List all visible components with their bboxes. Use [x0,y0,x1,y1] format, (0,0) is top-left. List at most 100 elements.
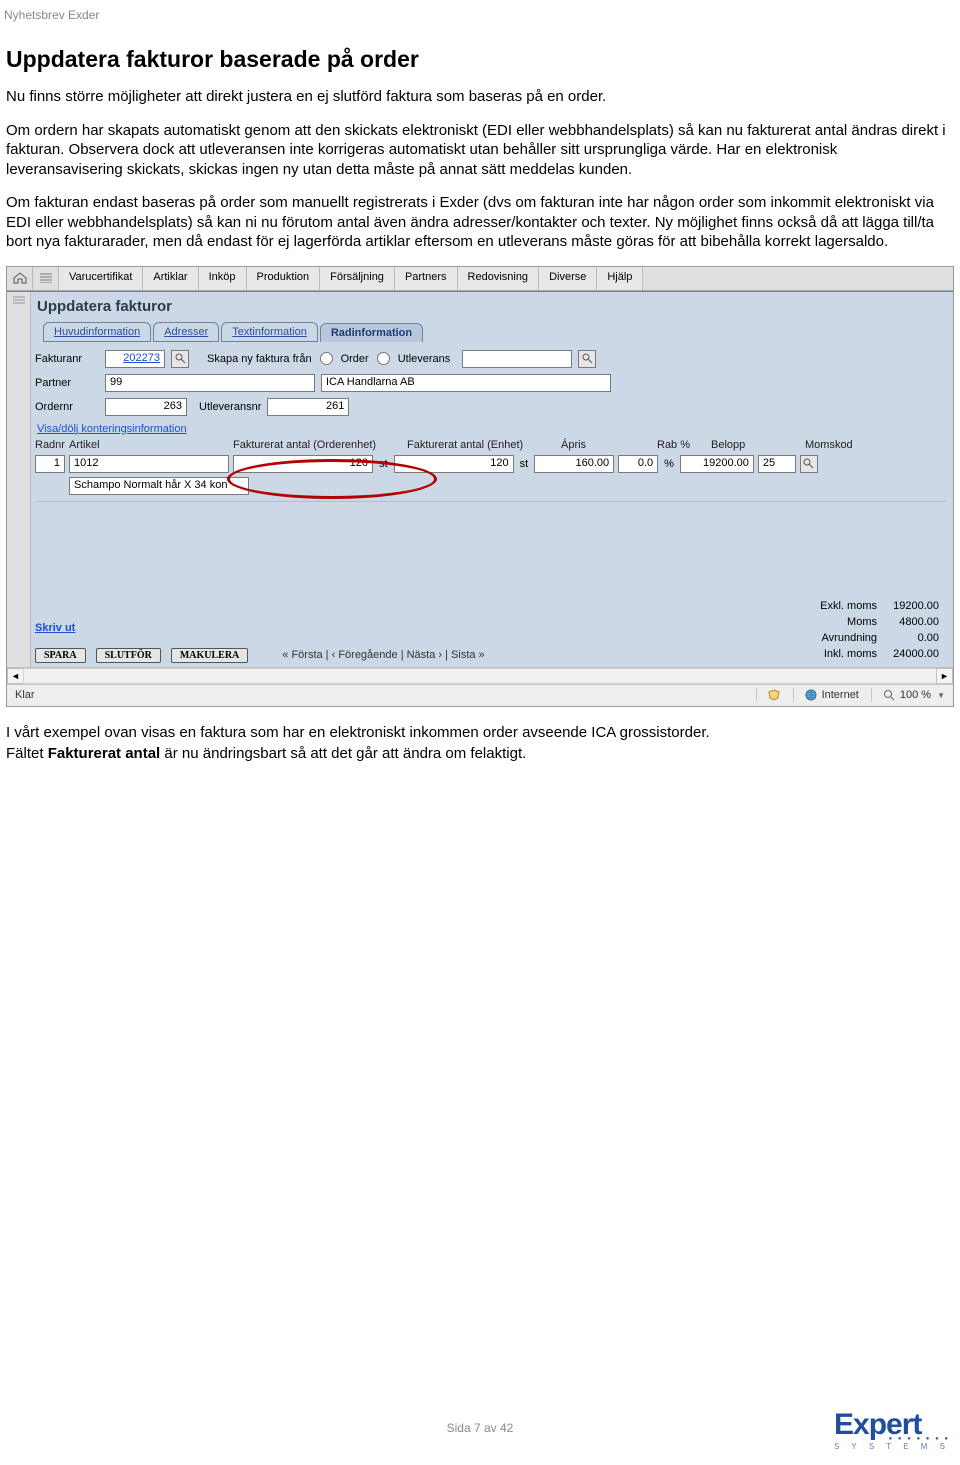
cell-radnr[interactable]: 1 [35,455,65,473]
input-partner-code[interactable]: 99 [105,374,315,392]
val-avr: 0.00 [885,631,945,645]
tab-adresser[interactable]: Adresser [153,322,219,342]
input-skapa-id[interactable] [462,350,572,368]
label-utleverans: Utleverans [398,353,451,365]
page-header: Nyhetsbrev Exder [0,0,960,46]
scroll-left-icon[interactable]: ◄ [7,668,24,684]
unit-1: st [377,458,390,470]
cell-fakt-orderenhet[interactable]: 120 [233,455,373,473]
label-order: Order [341,353,369,365]
btn-makulera[interactable]: MAKULERA [171,648,248,663]
zoom-icon [882,688,896,702]
col-apris: Ápris [561,439,653,451]
tab-radinformation[interactable]: Radinformation [320,323,423,342]
pct-sign: % [662,458,676,470]
btn-spara[interactable]: SPARA [35,648,86,663]
lbl-exkl: Exkl. moms [814,599,883,613]
link-skrivut[interactable]: Skriv ut [35,622,75,634]
val-moms: 4800.00 [885,615,945,629]
cell-artikel[interactable]: 1012 [69,455,229,473]
cell-belopp[interactable]: 19200.00 [680,455,754,473]
label-utleveransnr: Utleveransnr [199,401,261,413]
section-title: Uppdatera fakturor baserade på order [6,46,954,73]
app-screenshot: Varucertifikat Artiklar Inköp Produktion… [6,266,954,707]
globe-icon [804,688,818,702]
menubar: Varucertifikat Artiklar Inköp Produktion… [7,267,953,291]
cell-rab[interactable]: 0.0 [618,455,658,473]
unit-2: st [518,458,531,470]
search-skapa-icon[interactable] [578,350,596,368]
paragraph-1: Nu finns större möjligheter att direkt j… [6,87,954,107]
btn-slutfor[interactable]: SLUTFÖR [96,648,161,663]
col-fakt-enhet: Fakturerat antal (Enhet) [407,439,557,451]
col-momskod: Momskod [805,439,865,451]
app-page-title: Uppdatera fakturor [35,296,947,321]
radio-order[interactable] [320,352,333,365]
tab-row: Huvudinformation Adresser Textinformatio… [35,321,947,341]
search-momskod-icon[interactable] [800,455,818,473]
label-partner: Partner [35,377,99,389]
table-row: 1 1012 120 st 120 st 160.00 0.0 % 19200.… [35,453,947,475]
col-artikel: Artikel [69,439,229,451]
tab-huvudinformation[interactable]: Huvudinformation [43,322,151,342]
status-internet: Internet [822,689,859,701]
rail-icon [13,296,25,306]
col-radnr: Radnr [35,439,65,451]
menu-diverse[interactable]: Diverse [538,267,597,290]
left-rail [7,292,31,667]
after-text-2c: är nu ändringsbart så att det går att än… [160,745,526,762]
lbl-inkl: Inkl. moms [814,647,883,661]
menu-inkop[interactable]: Inköp [198,267,247,290]
cell-momskod[interactable]: 25 [758,455,796,473]
after-text-2b: Fakturerat antal [48,745,161,762]
label-ordernr: Ordernr [35,401,99,413]
tab-textinformation[interactable]: Textinformation [221,322,318,342]
scroll-right-icon[interactable]: ► [936,668,953,684]
status-bar: Klar Internet 100 % ▼ [7,684,953,706]
after-text-2a: Fältet [6,745,48,762]
logo-sub: S Y S T E M S [834,1442,950,1451]
link-kontering[interactable]: Visa/dölj konteringsinformation [35,419,189,437]
label-fakturanr: Fakturanr [35,353,99,365]
cell-apris[interactable]: 160.00 [534,455,614,473]
col-fakt-orderenhet: Fakturerat antal (Orderenhet) [233,439,403,451]
pager[interactable]: « Första | ‹ Föregående | Nästa › | Sist… [282,649,484,661]
after-text-2: Fältet Fakturerat antal är nu ändringsba… [6,744,954,764]
page-number: Sida 7 av 42 [0,1421,960,1435]
home-icon[interactable] [7,267,33,290]
col-rab: Rab % [657,439,707,451]
search-fakturanr-icon[interactable] [171,350,189,368]
status-left: Klar [15,689,35,701]
menu-forsaljning[interactable]: Försäljning [319,267,395,290]
cell-fakt-enhet[interactable]: 120 [394,455,514,473]
input-partner-name: ICA Handlarna AB [321,374,611,392]
menu-varucertifikat[interactable]: Varucertifikat [58,267,143,290]
menu-lines-icon[interactable] [33,267,59,290]
horizontal-scrollbar[interactable]: ◄ ► [7,667,953,684]
val-inkl: 24000.00 [885,647,945,661]
zoom-dropdown-icon[interactable]: ▼ [937,691,945,700]
paragraph-2: Om ordern har skapats automatiskt genom … [6,121,954,180]
col-belopp: Belopp [711,439,801,451]
input-utleveransnr[interactable]: 261 [267,398,349,416]
after-text-1: I vårt exempel ovan visas en faktura som… [6,723,954,743]
radio-utleverans[interactable] [377,352,390,365]
menu-hjalp[interactable]: Hjälp [596,267,643,290]
totals-box: Exkl. moms19200.00 Moms4800.00 Avrundnin… [812,597,947,663]
paragraph-3: Om fakturan endast baseras på order som … [6,193,954,252]
menu-artiklar[interactable]: Artiklar [142,267,198,290]
label-skapa: Skapa ny faktura från [207,353,312,365]
lbl-avr: Avrundning [814,631,883,645]
menu-redovisning[interactable]: Redovisning [457,267,540,290]
lbl-moms: Moms [814,615,883,629]
shield-icon [767,688,781,702]
footer-logo: Expert ● ● ● ● ● ● ● S Y S T E M S [834,1408,950,1451]
tab-radinformation-label: Radinformation [331,327,412,339]
status-zoom: 100 % [900,689,931,701]
menu-partners[interactable]: Partners [394,267,458,290]
menu-produktion[interactable]: Produktion [246,267,321,290]
input-ordernr[interactable]: 263 [105,398,187,416]
val-exkl: 19200.00 [885,599,945,613]
cell-artikel-desc: Schampo Normalt hår X 34 kon [69,477,249,495]
input-fakturanr[interactable]: 202273 [105,350,165,368]
